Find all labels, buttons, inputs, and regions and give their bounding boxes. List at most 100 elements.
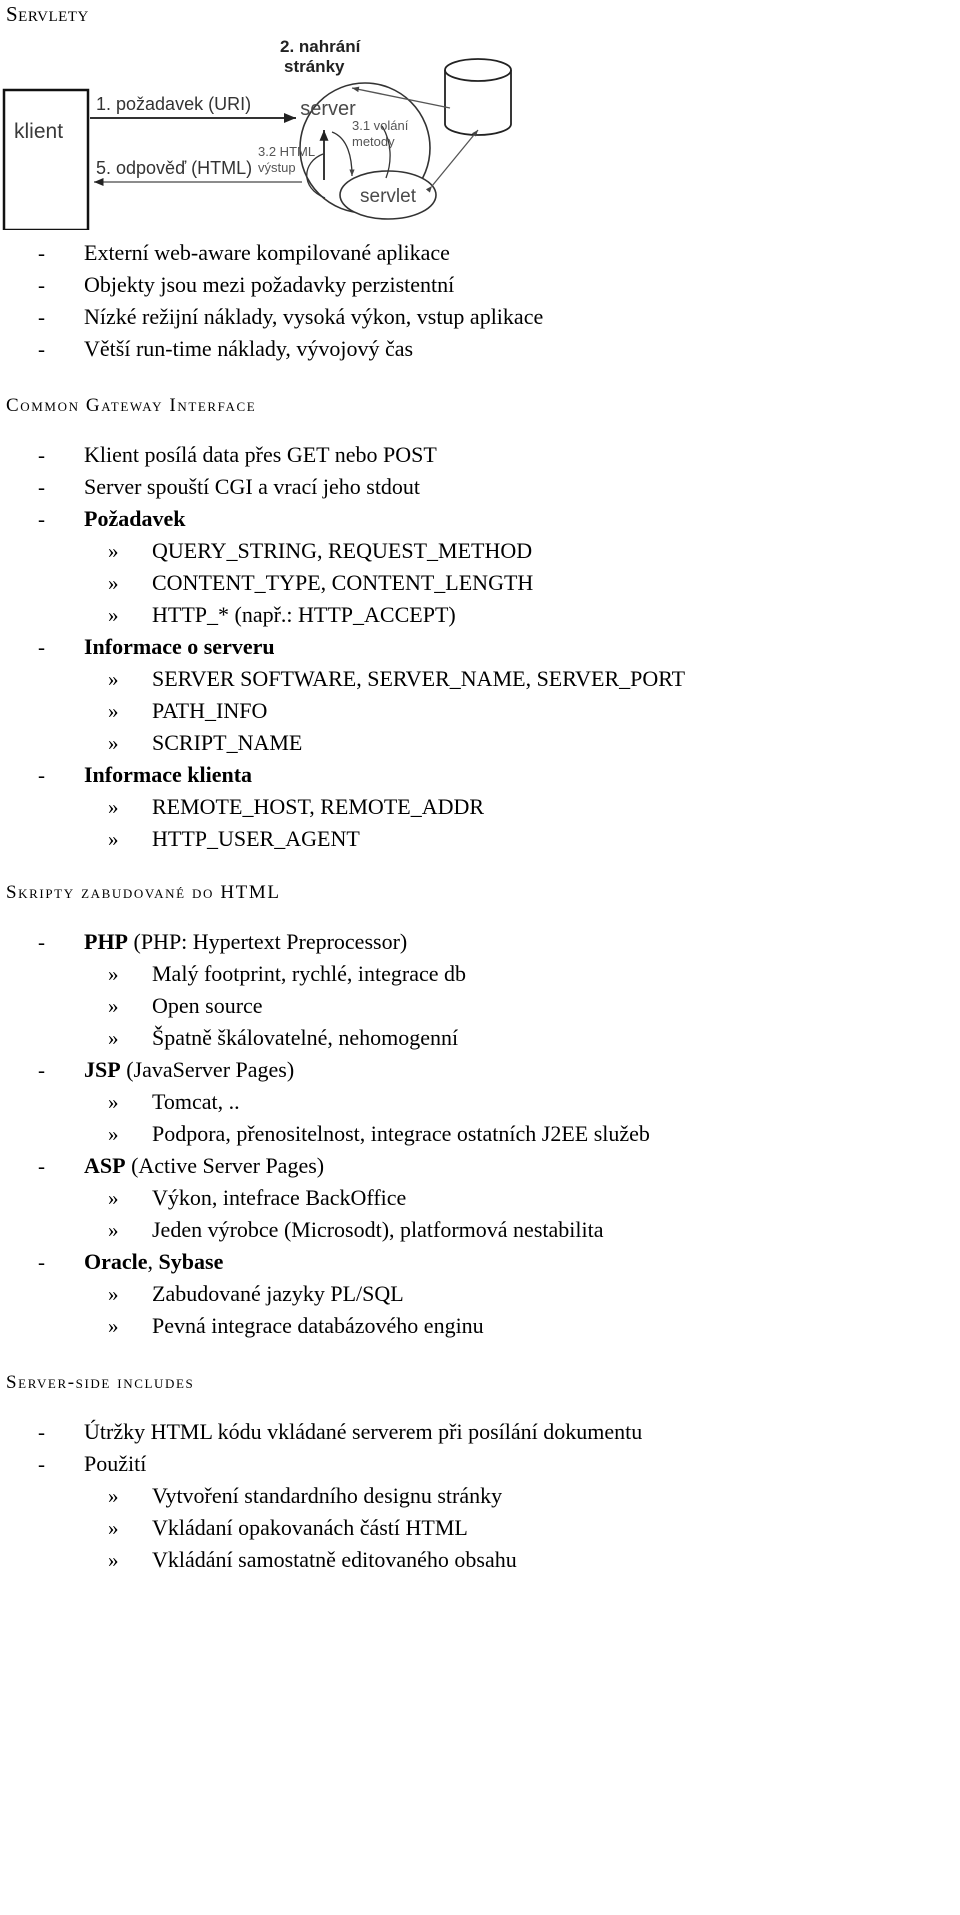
section-2-item-label: Použití [84, 1451, 147, 1476]
dash-bullet-icon: - [38, 507, 45, 531]
section-2-item: - Použití [0, 1449, 960, 1481]
section-1-item-label: Open source [152, 993, 263, 1018]
dash-bullet-icon: - [38, 1452, 45, 1476]
guillemet-bullet-icon: » [108, 539, 119, 563]
arrow-load-line1: 2. nahrání [280, 37, 362, 56]
guillemet-bullet-icon: » [108, 667, 119, 691]
servlets-item-label: Větší run-time náklady, vývojový čas [84, 336, 414, 361]
section-1-item: - JSP (JavaServer Pages) [0, 1055, 960, 1087]
section-1-item-label: JSP (JavaServer Pages) [84, 1057, 295, 1082]
section-0-item: - Informace klienta [0, 760, 960, 792]
section-1-item-label: Jeden výrobce (Microsodt), platformová n… [152, 1217, 604, 1242]
database-cylinder [444, 58, 512, 136]
client-box [2, 88, 90, 230]
section-0-item: » SCRIPT_NAME [0, 728, 960, 760]
arrow-call-line1: 3.1 volání [352, 118, 409, 133]
section-0-item: » REMOTE_HOST, REMOTE_ADDR [0, 792, 960, 824]
section-1-item: - Oracle, Sybase [0, 1247, 960, 1279]
section-0-item: - Klient posílá data přes GET nebo POST [0, 440, 960, 472]
section-1-item-label: Špatně škálovatelné, nehomogenní [152, 1025, 459, 1050]
guillemet-bullet-icon: » [108, 1186, 119, 1210]
section-0-item-label: REMOTE_HOST, REMOTE_ADDR [152, 794, 485, 819]
guillemet-bullet-icon: » [108, 1484, 119, 1508]
section-1-item: » Výkon, intefrace BackOffice [0, 1183, 960, 1215]
section-1-item: » Podpora, přenositelnost, integrace osta… [0, 1119, 960, 1151]
bold-term: Oracle [84, 1249, 148, 1274]
section-0-item-label: Informace o serveru [84, 634, 275, 659]
ssi-bullet-list: - Útržky HTML kódu vkládané serverem při … [0, 1417, 960, 1577]
servlets-item: - Externí web-aware kompilované aplikace [0, 238, 960, 270]
section-1-item-label: Oracle, Sybase [84, 1249, 224, 1274]
section-1-item: » Malý footprint, rychlé, integrace db [0, 959, 960, 991]
dash-bullet-icon: - [38, 1250, 45, 1274]
section-2-item: » Vkládání samostatně editovaného obsahu [0, 1545, 960, 1577]
page-title: Servlety [6, 2, 89, 26]
section-0-item-label: QUERY_STRING, REQUEST_METHOD [152, 538, 533, 563]
arrow-out-line1: 3.2 HTML [258, 144, 315, 159]
section-1-item: » Špatně škálovatelné, nehomogenní [0, 1023, 960, 1055]
arrow-response-label: 5. odpověď (HTML) [96, 158, 252, 178]
section-1-item: » Open source [0, 991, 960, 1023]
section-1-item-label: PHP (PHP: Hypertext Preprocessor) [84, 929, 408, 954]
guillemet-bullet-icon: » [108, 699, 119, 723]
dash-bullet-icon: - [38, 1058, 45, 1082]
guillemet-bullet-icon: » [108, 731, 119, 755]
dash-bullet-icon: - [38, 443, 45, 467]
dash-bullet-icon: - [38, 763, 45, 787]
guillemet-bullet-icon: » [108, 1122, 119, 1146]
servlets-item: - Nízké režijní náklady, vysoká výkon, vs… [0, 302, 960, 334]
section-0-item-label: HTTP_* (např.: HTTP_ACCEPT) [152, 602, 456, 627]
section-0-item-label: Informace klienta [84, 762, 253, 787]
section-2-item: » Vkládaní opakovanách částí HTML [0, 1513, 960, 1545]
bold-term: JSP [84, 1057, 121, 1082]
guillemet-bullet-icon: » [108, 962, 119, 986]
dash-bullet-icon: - [38, 305, 45, 329]
guillemet-bullet-icon: » [108, 795, 119, 819]
section-1-item: - ASP (Active Server Pages) [0, 1151, 960, 1183]
section-0-item: » QUERY_STRING, REQUEST_METHOD [0, 536, 960, 568]
dash-bullet-icon: - [38, 635, 45, 659]
cgi-bullet-list: - Klient posílá data přes GET nebo POST - S… [0, 440, 960, 856]
guillemet-bullet-icon: » [108, 1090, 119, 1114]
dash-bullet-icon: - [38, 241, 45, 265]
section-0-item-label: Server spouští CGI a vrací jeho stdout [84, 474, 421, 499]
section-0-item-label: Klient posílá data přes GET nebo POST [84, 442, 437, 467]
section-2-item-label: Vkládání samostatně editovaného obsahu [152, 1547, 517, 1572]
section-2-item-label: Útržky HTML kódu vkládané serverem při p… [84, 1419, 643, 1444]
section-0-item: - Server spouští CGI a vrací jeho stdout [0, 472, 960, 504]
section-2-item: » Vytvoření standardního designu stránky [0, 1481, 960, 1513]
servlets-item-label: Externí web-aware kompilované aplikace [84, 240, 450, 265]
section-2-item-label: Vytvoření standardního designu stránky [152, 1483, 503, 1508]
section-1-item-label: Malý footprint, rychlé, integrace db [152, 961, 467, 986]
section-1-item-label: Výkon, intefrace BackOffice [152, 1185, 407, 1210]
arrow-out-line2: výstup [258, 160, 296, 175]
section-0-item: - Požadavek [0, 504, 960, 536]
guillemet-bullet-icon: » [108, 1516, 119, 1540]
section-0-item: » CONTENT_TYPE, CONTENT_LENGTH [0, 568, 960, 600]
section-1-item-label: Pevná integrace databázového enginu [152, 1313, 484, 1338]
arrow-load-line2: stránky [284, 57, 345, 76]
section-0-item-label: PATH_INFO [152, 698, 268, 723]
server-label: server [300, 98, 356, 120]
bold-term: PHP [84, 929, 128, 954]
section-1-item: » Jeden výrobce (Microsodt), platformová … [0, 1215, 960, 1247]
section-1-item-label: Zabudované jazyky PL/SQL [152, 1281, 404, 1306]
dash-bullet-icon: - [38, 273, 45, 297]
section-1-item: - PHP (PHP: Hypertext Preprocessor) [0, 927, 960, 959]
guillemet-bullet-icon: » [108, 827, 119, 851]
section-2-item-label: Vkládaní opakovanách částí HTML [152, 1515, 468, 1540]
section-1-item-label: ASP (Active Server Pages) [84, 1153, 325, 1178]
dash-bullet-icon: - [38, 930, 45, 954]
servlets-item: - Objekty jsou mezi požadavky perzistentn… [0, 270, 960, 302]
section-0-item: » HTTP_USER_AGENT [0, 824, 960, 856]
section-1-item: » Tomcat, .. [0, 1087, 960, 1119]
guillemet-bullet-icon: » [108, 1218, 119, 1242]
servlet-request-flow-diagram: klient server servlet 1. požadavek (URI)… [0, 30, 540, 230]
section-0-item: - Informace o serveru [0, 632, 960, 664]
section-0-item-label: HTTP_USER_AGENT [152, 826, 360, 851]
section-0-item-label: CONTENT_TYPE, CONTENT_LENGTH [152, 570, 534, 595]
guillemet-bullet-icon: » [108, 1548, 119, 1572]
guillemet-bullet-icon: » [108, 994, 119, 1018]
servlets-item-label: Nízké režijní náklady, vysoká výkon, vst… [84, 304, 544, 329]
dash-bullet-icon: - [38, 1154, 45, 1178]
